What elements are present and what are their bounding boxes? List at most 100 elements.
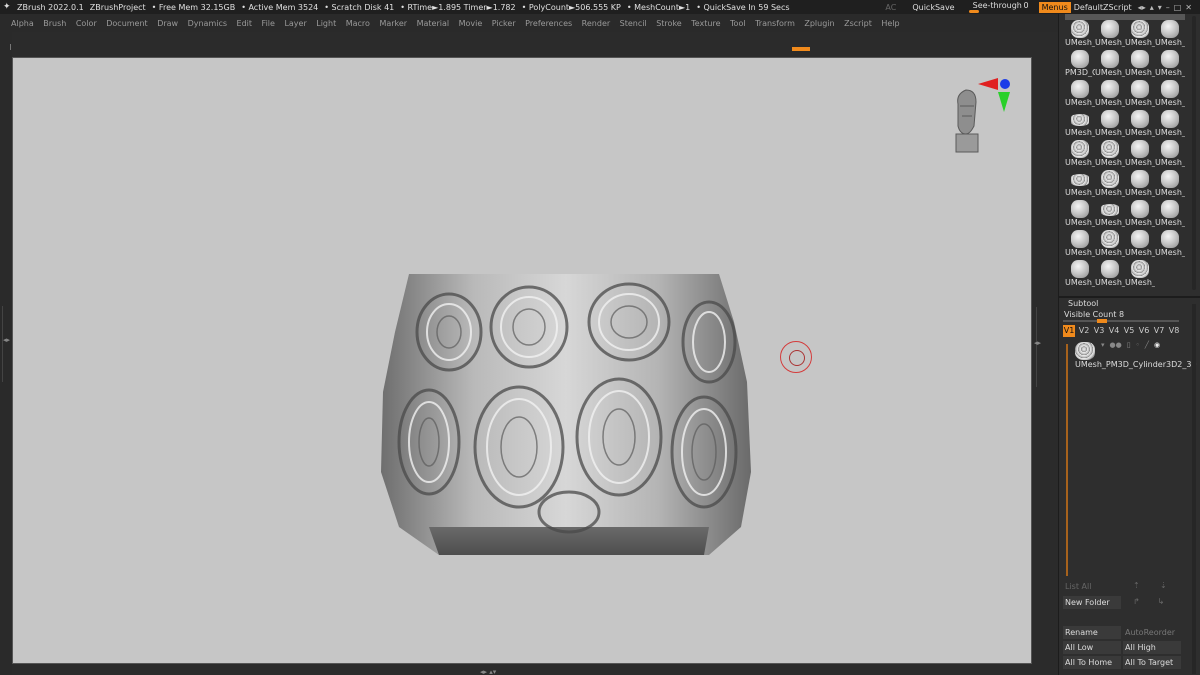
all-high-button[interactable]: All High	[1123, 641, 1181, 654]
subtool-item[interactable]: ▾ ●● ▯ ◦ ╱ ◉ UMesh_PM3D_Cylinder3D2_30	[1071, 340, 1197, 372]
lock-icon[interactable]: ◦	[1136, 341, 1140, 349]
tool-thumbnail[interactable]: UMesh_	[1155, 78, 1185, 108]
menu-zscript[interactable]: Zscript	[844, 19, 872, 28]
list-all-button[interactable]: List All	[1065, 582, 1091, 591]
tool-thumbnail[interactable]: UMesh_	[1065, 108, 1095, 138]
tool-thumbnail[interactable]: UMesh_	[1095, 48, 1125, 78]
tool-thumbnail[interactable]: UMesh_	[1125, 198, 1155, 228]
close-icon[interactable]: ✕	[1185, 3, 1192, 12]
tool-thumbnail[interactable]: UMesh_	[1125, 228, 1155, 258]
left-tray-handle[interactable]: ◂▸	[2, 306, 10, 382]
document-viewport[interactable]	[12, 57, 1032, 664]
tool-thumbnail[interactable]: UMesh_	[1155, 198, 1185, 228]
minimize-icon[interactable]: –	[1166, 3, 1170, 12]
tool-thumbnail[interactable]: UMesh_	[1095, 258, 1125, 288]
navigation-gizmo[interactable]	[948, 76, 1018, 156]
eye-icon[interactable]: ◉	[1154, 341, 1160, 349]
tool-thumbnail[interactable]: UMesh_	[1125, 18, 1155, 48]
version-tab-v2[interactable]: V2	[1078, 325, 1090, 337]
tool-thumbnail[interactable]: UMesh_	[1125, 78, 1155, 108]
menu-layer[interactable]: Layer	[284, 19, 306, 28]
menu-light[interactable]: Light	[316, 19, 336, 28]
tool-thumbnail[interactable]: UMesh_	[1065, 18, 1095, 48]
menu-dynamics[interactable]: Dynamics	[188, 19, 227, 28]
menu-macro[interactable]: Macro	[346, 19, 370, 28]
menu-stencil[interactable]: Stencil	[620, 19, 647, 28]
move-up-icon[interactable]: ⇡	[1133, 581, 1140, 590]
brush-icon[interactable]: ╱	[1145, 341, 1149, 349]
tool-thumbnail[interactable]: UMesh_	[1125, 48, 1155, 78]
menu-texture[interactable]: Texture	[691, 19, 720, 28]
quicksave-button[interactable]: QuickSave	[912, 3, 954, 12]
tool-thumbnail[interactable]: UMesh_	[1095, 78, 1125, 108]
tool-thumbnail[interactable]: UMesh_	[1065, 258, 1095, 288]
folder-icon[interactable]: ▾	[1101, 341, 1105, 349]
menu-material[interactable]: Material	[417, 19, 450, 28]
tool-thumbnail[interactable]: UMesh_	[1065, 198, 1095, 228]
tool-thumbnail[interactable]: UMesh_	[1155, 48, 1185, 78]
layout2-icon[interactable]: ▴	[1150, 3, 1154, 12]
forward-arrow-icon[interactable]: ↳	[1158, 597, 1165, 606]
menu-edit[interactable]: Edit	[237, 19, 253, 28]
tool-thumbnail[interactable]: UMesh_	[1125, 138, 1155, 168]
new-folder-button[interactable]: New Folder	[1063, 596, 1121, 609]
rename-button[interactable]: Rename	[1063, 626, 1121, 639]
tool-thumbnail[interactable]: UMesh_	[1095, 198, 1125, 228]
default-zscript-button[interactable]: DefaultZScript	[1074, 3, 1132, 12]
tool-thumbnail[interactable]: UMesh_	[1125, 168, 1155, 198]
version-tab-v1[interactable]: V1	[1063, 325, 1075, 337]
menu-zplugin[interactable]: Zplugin	[804, 19, 834, 28]
tool-thumbnail[interactable]: UMesh_	[1125, 108, 1155, 138]
maximize-icon[interactable]: □	[1174, 3, 1182, 12]
version-tab-v8[interactable]: V8	[1168, 325, 1180, 337]
polypaint-icon[interactable]: ●●	[1110, 341, 1122, 349]
move-down-icon[interactable]: ⇣	[1160, 581, 1167, 590]
menu-stroke[interactable]: Stroke	[656, 19, 682, 28]
tool-thumbnail[interactable]: UMesh_	[1125, 258, 1155, 288]
tool-thumbnail[interactable]: UMesh_	[1155, 168, 1185, 198]
tool-thumbnail[interactable]: UMesh_	[1095, 168, 1125, 198]
autoreorder-button[interactable]: AutoReorder	[1123, 626, 1181, 639]
version-tab-v5[interactable]: V5	[1123, 325, 1135, 337]
bottom-tray-handle[interactable]: ◂▸ ▴▾	[480, 667, 560, 675]
visible-count-slider[interactable]	[1063, 319, 1179, 323]
menu-brush[interactable]: Brush	[43, 19, 66, 28]
version-tab-v4[interactable]: V4	[1108, 325, 1120, 337]
menu-document[interactable]: Document	[106, 19, 147, 28]
subtool-title[interactable]: Subtool	[1068, 299, 1098, 308]
menu-file[interactable]: File	[262, 19, 275, 28]
subtool-scrollbar[interactable]	[1192, 304, 1196, 674]
menu-color[interactable]: Color	[76, 19, 97, 28]
menu-help[interactable]: Help	[881, 19, 899, 28]
all-to-home-button[interactable]: All To Home	[1063, 656, 1121, 669]
menu-movie[interactable]: Movie	[459, 19, 483, 28]
menus-toggle[interactable]: Menus	[1038, 1, 1071, 13]
ac-toggle[interactable]: AC	[885, 3, 896, 12]
menu-preferences[interactable]: Preferences	[525, 19, 572, 28]
tool-thumbnail[interactable]: UMesh_	[1155, 18, 1185, 48]
menu-tool[interactable]: Tool	[730, 19, 746, 28]
tool-thumbnail[interactable]: PM3D_C	[1065, 48, 1095, 78]
see-through-slider[interactable]: See-through 0	[968, 1, 1031, 13]
tool-thumbnail[interactable]: UMesh_	[1065, 168, 1095, 198]
redo-arrow-icon[interactable]: ↱	[1133, 597, 1140, 606]
tool-grid-scrollbar[interactable]	[1192, 16, 1196, 290]
menu-draw[interactable]: Draw	[157, 19, 178, 28]
tool-thumbnail[interactable]: UMesh_	[1065, 228, 1095, 258]
menu-picker[interactable]: Picker	[492, 19, 516, 28]
tool-thumbnail[interactable]: UMesh_	[1095, 138, 1125, 168]
tool-thumbnail[interactable]: UMesh_	[1095, 18, 1125, 48]
version-tab-v7[interactable]: V7	[1153, 325, 1165, 337]
menu-marker[interactable]: Marker	[379, 19, 407, 28]
slider-knob[interactable]	[1097, 319, 1107, 323]
right-tray-handle[interactable]: ◂▸	[1033, 57, 1043, 664]
tool-thumbnail[interactable]: UMesh_	[1095, 228, 1125, 258]
tool-thumbnail[interactable]: UMesh_	[1155, 108, 1185, 138]
tool-thumbnail[interactable]: UMesh_	[1065, 138, 1095, 168]
menu-render[interactable]: Render	[582, 19, 610, 28]
menu-alpha[interactable]: Alpha	[11, 19, 34, 28]
menu-transform[interactable]: Transform	[755, 19, 795, 28]
tool-thumbnail[interactable]: UMesh_	[1095, 108, 1125, 138]
version-tab-v3[interactable]: V3	[1093, 325, 1105, 337]
layout-icon[interactable]: ◂▸	[1138, 3, 1146, 12]
